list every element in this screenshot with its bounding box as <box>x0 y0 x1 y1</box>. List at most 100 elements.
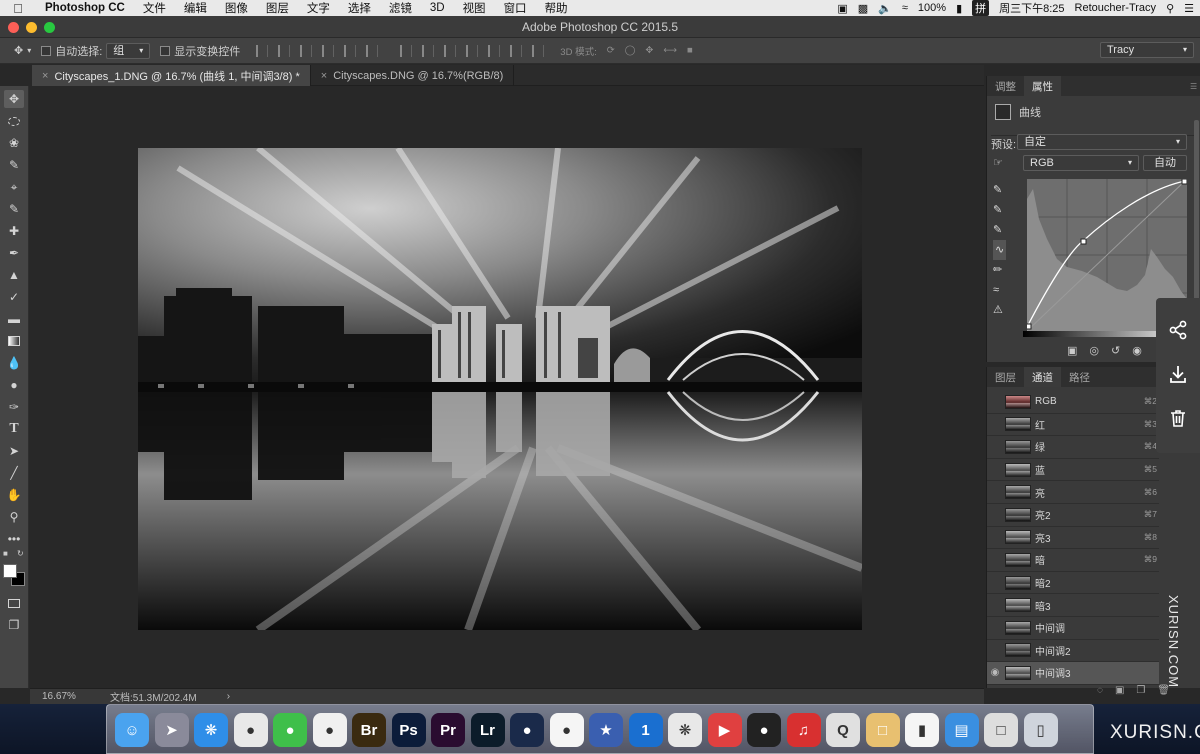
eyedropper-tool-icon[interactable]: ✎ <box>4 200 24 218</box>
dock-app-preview-icon[interactable]: □ <box>865 713 900 747</box>
tab-cityscapes-1[interactable]: × Cityscapes_1.DNG @ 16.7% (曲线 1, 中间调3/8… <box>32 65 311 86</box>
dock-app-imovie-icon[interactable]: ★ <box>589 713 623 747</box>
align-right-icon[interactable] <box>366 44 379 57</box>
dock-app-player-icon[interactable]: ▶ <box>707 713 742 747</box>
download-icon[interactable] <box>1166 362 1190 386</box>
menu-window[interactable]: 窗口 <box>495 0 536 16</box>
eraser-tool-icon[interactable]: ▬ <box>4 310 24 328</box>
channel-row[interactable]: 亮2 ⌘7 <box>987 504 1159 527</box>
input-method[interactable]: 拼 <box>972 0 990 16</box>
history-brush-tool-icon[interactable]: ✓ <box>4 288 24 306</box>
visibility-eye-icon[interactable]: ◉ <box>1132 344 1142 357</box>
volume-icon[interactable]: 🔈 <box>878 2 892 15</box>
distribute-top-icon[interactable] <box>400 44 413 57</box>
visibility-eye-icon[interactable]: ◉ <box>987 667 1003 678</box>
document-image[interactable] <box>138 148 862 630</box>
gray-point-eyedropper-icon[interactable]: ✎ <box>993 200 1006 220</box>
move-tool-icon[interactable]: ✥ <box>4 90 24 108</box>
slide-3d-icon[interactable]: ⟷ <box>663 45 677 56</box>
align-top-icon[interactable] <box>256 44 269 57</box>
dock-app-davinci-icon[interactable]: ❋ <box>668 713 702 747</box>
screen-mode-icon[interactable]: ❐ <box>4 616 24 634</box>
dock-app-launchpad-icon[interactable]: ➤ <box>154 713 189 747</box>
move-tool-preset[interactable]: ✥ ▾ <box>14 44 31 57</box>
auto-select-dropdown[interactable]: 组 ▾ <box>106 42 151 59</box>
channel-row[interactable]: 暗 ⌘9 <box>987 549 1159 572</box>
blur-tool-icon[interactable]: 💧 <box>4 354 24 372</box>
crop-tool-icon[interactable]: ⌖ <box>4 178 24 196</box>
workspace-switcher[interactable]: Tracy ▾ <box>1100 42 1194 58</box>
channel-row[interactable]: 中间调2 <box>987 640 1159 663</box>
healing-brush-tool-icon[interactable]: ✚ <box>4 222 24 240</box>
spotlight-icon[interactable]: ⚲ <box>1166 2 1174 15</box>
share-icon[interactable] <box>1166 318 1190 342</box>
load-selection-icon[interactable]: ◌ <box>1097 685 1103 696</box>
dodge-tool-icon[interactable]: ● <box>4 376 24 394</box>
gradient-tool-icon[interactable] <box>4 332 24 350</box>
battery-level[interactable]: 100% <box>918 2 946 14</box>
channel-row[interactable]: 红 ⌘3 <box>987 414 1159 437</box>
menu-file[interactable]: 文件 <box>134 0 175 16</box>
channel-row[interactable]: 亮 ⌘6 <box>987 481 1159 504</box>
clock[interactable]: 周三下午8:25 <box>999 0 1064 16</box>
reset-icon[interactable]: ↺ <box>1111 344 1120 357</box>
app-menu[interactable]: Photoshop CC <box>36 2 134 14</box>
align-hcenter-icon[interactable] <box>344 44 357 57</box>
preset-dropdown[interactable]: 自定 ▾ <box>1017 134 1187 150</box>
align-vcenter-icon[interactable] <box>278 44 291 57</box>
dock-app-ps-icon[interactable]: Ps <box>391 713 426 747</box>
channel-row[interactable]: 暗3 <box>987 594 1159 617</box>
hand-tool-icon[interactable]: ✋ <box>4 486 24 504</box>
path-select-tool-icon[interactable]: ➤ <box>4 442 24 460</box>
channel-dropdown[interactable]: RGB ▾ <box>1023 155 1139 171</box>
distribute-right-icon[interactable] <box>510 44 523 57</box>
menu-edit[interactable]: 编辑 <box>175 0 216 16</box>
panel-scrollbar[interactable] <box>1194 120 1199 300</box>
distribute-vcenter-icon[interactable] <box>422 44 435 57</box>
channel-row[interactable]: ◉ 中间调3 <box>987 662 1159 685</box>
black-point-eyedropper-icon[interactable]: ✎ <box>993 180 1006 200</box>
tab-layers[interactable]: 图层 <box>987 367 1024 387</box>
auto-align-icon[interactable] <box>532 44 545 57</box>
dock-app-br-icon[interactable]: Br <box>352 713 386 747</box>
smooth-curve-icon[interactable]: ≈ <box>993 280 1006 300</box>
align-left-icon[interactable] <box>322 44 335 57</box>
tab-adjustments[interactable]: 调整 <box>987 76 1024 96</box>
distribute-left-icon[interactable] <box>466 44 479 57</box>
line-tool-icon[interactable]: ╱ <box>4 464 24 482</box>
screen-record-icon[interactable]: ▣ <box>837 2 847 15</box>
quick-select-tool-icon[interactable]: ✎ <box>4 156 24 174</box>
dock-app-keynote-icon[interactable]: ▤ <box>944 713 979 747</box>
align-bottom-icon[interactable] <box>300 44 313 57</box>
dock-app-trash-icon[interactable]: ▯ <box>1023 713 1058 747</box>
menu-select[interactable]: 选择 <box>339 0 380 16</box>
new-channel-icon[interactable]: ❐ <box>1136 685 1145 696</box>
menu-filter[interactable]: 滤镜 <box>380 0 421 16</box>
menu-layer[interactable]: 图层 <box>257 0 298 16</box>
drag-3d-icon[interactable]: ✥ <box>645 45 653 56</box>
dock-app-wechat-icon[interactable]: ● <box>273 713 307 747</box>
white-point-eyedropper-icon[interactable]: ✎ <box>993 220 1006 240</box>
dock-app-netease-music-icon[interactable]: ♫ <box>786 713 821 747</box>
zoom-level[interactable]: 16.67% <box>42 691 110 702</box>
tab-cityscapes[interactable]: × Cityscapes.DNG @ 16.7%(RGB/8) <box>311 65 515 86</box>
dock-app-cinema-4d-icon[interactable]: ● <box>510 713 544 747</box>
menu-type[interactable]: 文字 <box>298 0 339 16</box>
curve-points-icon[interactable]: ∿ <box>993 240 1007 260</box>
status-menu-arrow[interactable]: › <box>227 691 230 702</box>
display-icon[interactable]: ▩ <box>858 2 868 15</box>
foreground-color-swatch[interactable] <box>3 564 17 578</box>
menu-3d[interactable]: 3D <box>421 2 454 14</box>
dock-app-chrome-icon[interactable]: ● <box>233 713 268 747</box>
auto-select-checkbox[interactable] <box>41 45 52 56</box>
dock-app-pr-icon[interactable]: Pr <box>431 713 465 747</box>
show-transform-checkbox[interactable] <box>160 45 171 56</box>
pen-tool-icon[interactable]: ✑ <box>4 398 24 416</box>
auto-button[interactable]: 自动 <box>1143 155 1187 171</box>
channel-row[interactable]: 蓝 ⌘5 <box>987 459 1159 482</box>
default-colors-icon[interactable]: ■ <box>3 549 8 558</box>
tab-channels[interactable]: 通道 <box>1024 367 1061 387</box>
menu-help[interactable]: 帮助 <box>536 0 577 16</box>
on-image-adjust-icon[interactable]: ☞ <box>993 156 1003 169</box>
marquee-tool-icon[interactable] <box>4 112 24 130</box>
